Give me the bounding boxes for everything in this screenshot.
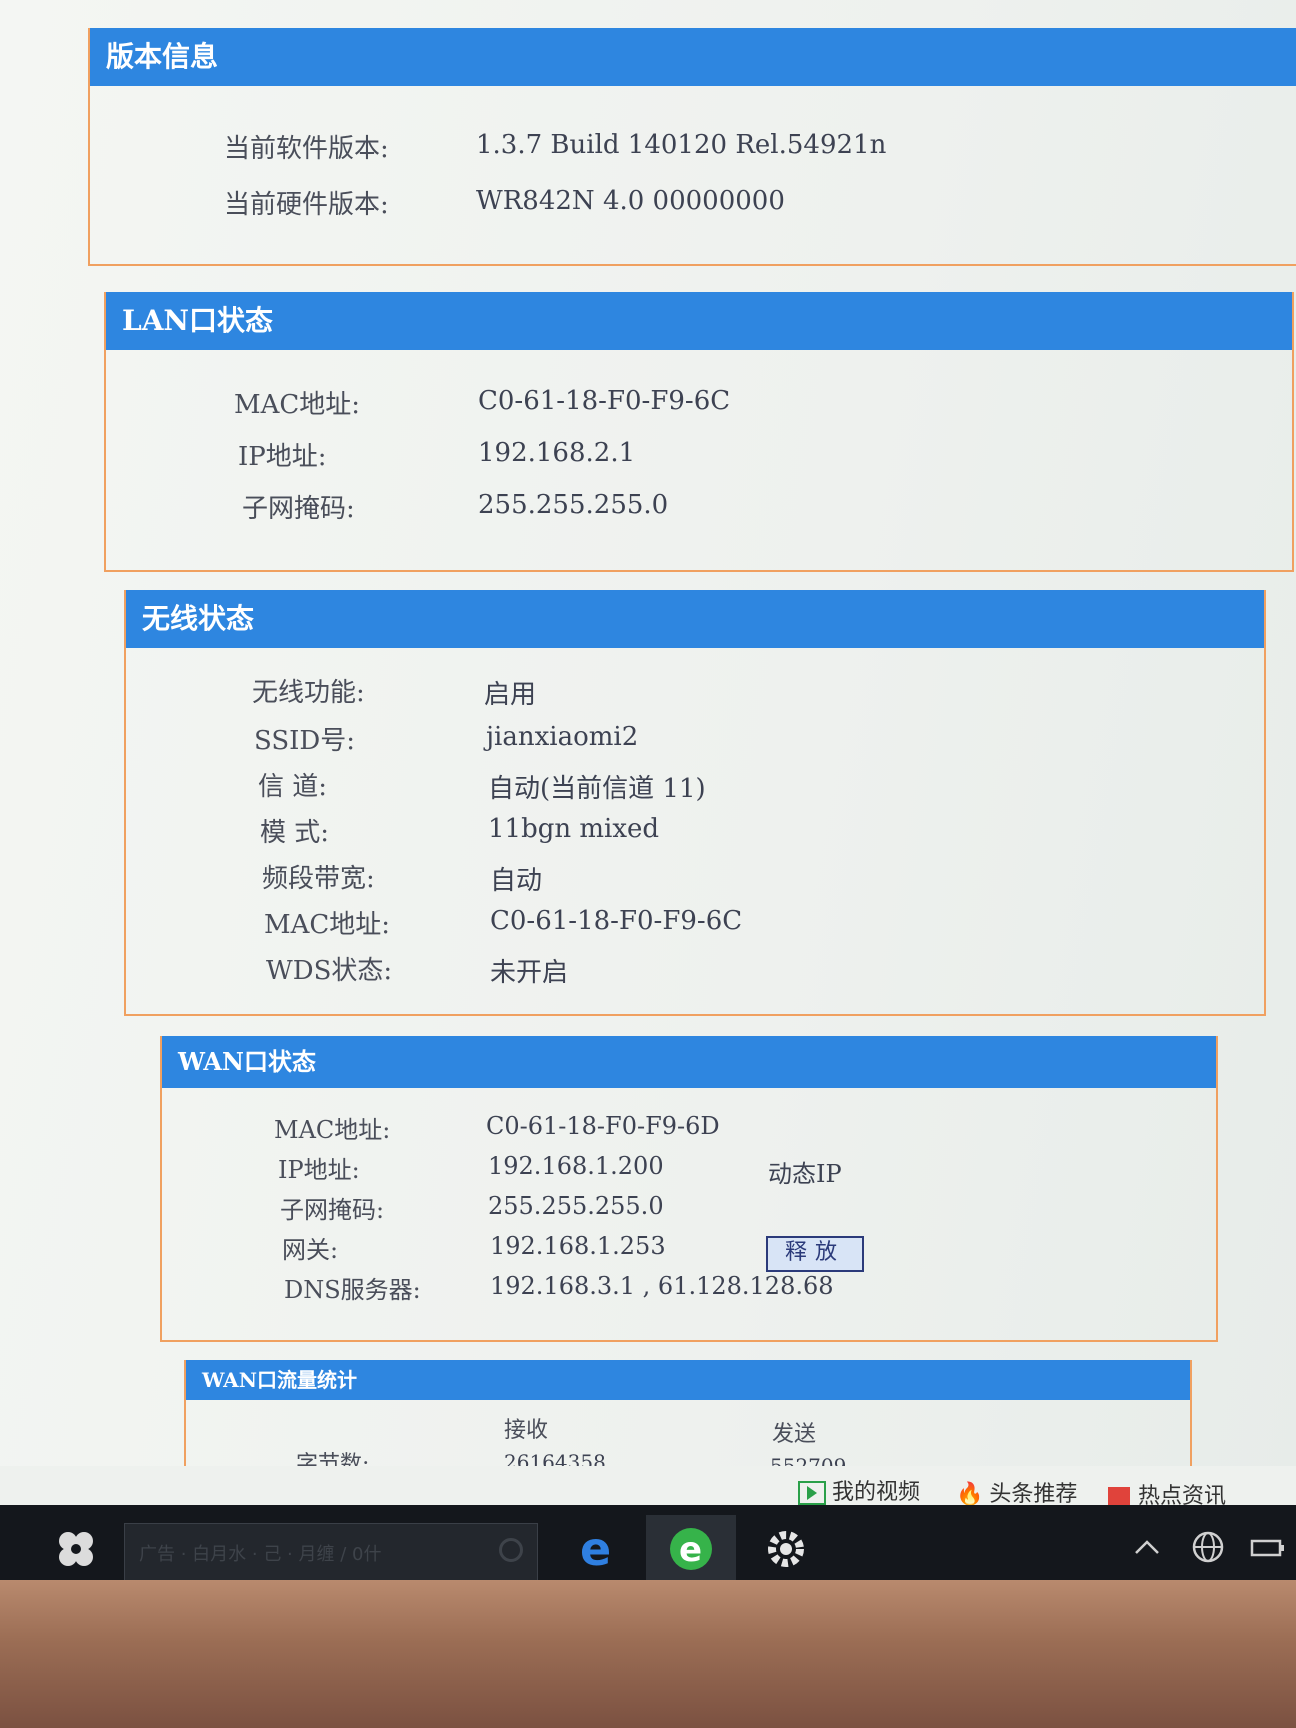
traffic-panel-title: WAN口流量统计 (186, 1360, 1190, 1400)
wan-ip-label: IP地址: (278, 1156, 360, 1184)
wan-mac-value: C0-61-18-F0-F9-6D (486, 1112, 720, 1140)
fire-icon: 🔥 (956, 1482, 984, 1507)
lan-ip-value: 192.168.2.1 (478, 438, 636, 468)
edge-icon[interactable]: e (574, 1522, 624, 1576)
search-placeholder: 广告 · 白月水 · 己 · 月缠 / 0什 (139, 1544, 382, 1565)
lan-subnet-label: 子网掩码: (242, 494, 355, 524)
version-panel: 版本信息 当前软件版本: 1.3.7 Build 140120 Rel.5492… (88, 28, 1296, 266)
lan-ip-label: IP地址: (238, 442, 327, 472)
wan-subnet-label: 子网掩码: (280, 1196, 385, 1224)
wan-mac-label: MAC地址: (274, 1116, 391, 1144)
search-icon (499, 1538, 523, 1562)
dns-label: DNS服务器: (284, 1276, 421, 1304)
software-version-value: 1.3.7 Build 140120 Rel.54921n (476, 130, 887, 160)
hardware-version-value: WR842N 4.0 00000000 (476, 186, 785, 216)
lan-mac-label: MAC地址: (234, 390, 361, 420)
bandwidth-value: 自动 (490, 866, 543, 896)
ie-icon[interactable]: e (646, 1515, 736, 1590)
headline-link[interactable]: 🔥 头条推荐 (956, 1476, 1077, 1508)
my-videos-link[interactable]: 我的视频 (798, 1474, 920, 1506)
wan-subnet-value: 255.255.255.0 (488, 1192, 664, 1220)
search-box[interactable]: 广告 · 白月水 · 己 · 月缠 / 0什 (124, 1523, 538, 1581)
chevron-up-icon[interactable] (1132, 1533, 1162, 1563)
mode-value: 11bgn mixed (488, 814, 660, 844)
wireless-panel-title: 无线状态 (126, 590, 1264, 648)
svg-text:e: e (679, 1530, 702, 1570)
settings-icon[interactable] (748, 1515, 824, 1590)
release-button[interactable]: 释放 (766, 1236, 864, 1272)
ssid-label: SSID号: (254, 726, 356, 756)
wds-value: 未开启 (490, 958, 569, 988)
start-icon[interactable] (52, 1525, 100, 1573)
lan-subnet-value: 255.255.255.0 (478, 490, 669, 520)
wds-label: WDS状态: (266, 956, 393, 986)
globe-icon[interactable] (1190, 1529, 1226, 1565)
wireless-function-label: 无线功能: (252, 678, 365, 708)
software-version-label: 当前软件版本: (224, 134, 389, 164)
lan-panel: LAN口状态 MAC地址: C0-61-18-F0-F9-6C IP地址: 19… (104, 292, 1294, 572)
lan-mac-value: C0-61-18-F0-F9-6C (478, 386, 731, 416)
battery-icon[interactable] (1248, 1533, 1288, 1563)
wan-panel: WAN口状态 MAC地址: C0-61-18-F0-F9-6D IP地址: 19… (160, 1036, 1218, 1342)
wireless-mac-label: MAC地址: (264, 910, 391, 940)
wireless-panel: 无线状态 无线功能: 启用 SSID号: jianxiaomi2 信 道: 自动… (124, 590, 1266, 1016)
wan-ip-type: 动态IP (768, 1160, 842, 1188)
wan-ip-value: 192.168.1.200 (488, 1152, 664, 1180)
mode-label: 模 式: (260, 818, 330, 848)
channel-label: 信 道: (258, 772, 328, 802)
wireless-mac-value: C0-61-18-F0-F9-6C (490, 906, 743, 936)
dns-value: 192.168.3.1 , 61.128.128.68 (490, 1272, 834, 1300)
svg-text:e: e (580, 1523, 611, 1573)
bandwidth-label: 频段带宽: (262, 864, 375, 894)
headline-label: 头条推荐 (989, 1482, 1078, 1507)
laptop-bezel (0, 1580, 1296, 1728)
traffic-receive-header: 接收 (504, 1418, 549, 1443)
hardware-version-label: 当前硬件版本: (224, 190, 389, 220)
news-icon (1108, 1487, 1130, 1507)
router-status-screen: 版本信息 当前软件版本: 1.3.7 Build 140120 Rel.5492… (0, 0, 1296, 1520)
traffic-send-header: 发送 (772, 1422, 817, 1447)
wan-panel-title: WAN口状态 (162, 1036, 1216, 1088)
wireless-function-value: 启用 (484, 680, 537, 710)
channel-value: 自动(当前信道 11) (488, 774, 706, 804)
version-panel-title: 版本信息 (90, 28, 1296, 86)
video-icon (798, 1481, 826, 1505)
ssid-value: jianxiaomi2 (486, 722, 639, 752)
wan-gateway-value: 192.168.1.253 (490, 1232, 666, 1260)
my-videos-label: 我的视频 (832, 1480, 921, 1505)
lan-panel-title: LAN口状态 (106, 292, 1292, 350)
wan-gateway-label: 网关: (282, 1236, 339, 1264)
